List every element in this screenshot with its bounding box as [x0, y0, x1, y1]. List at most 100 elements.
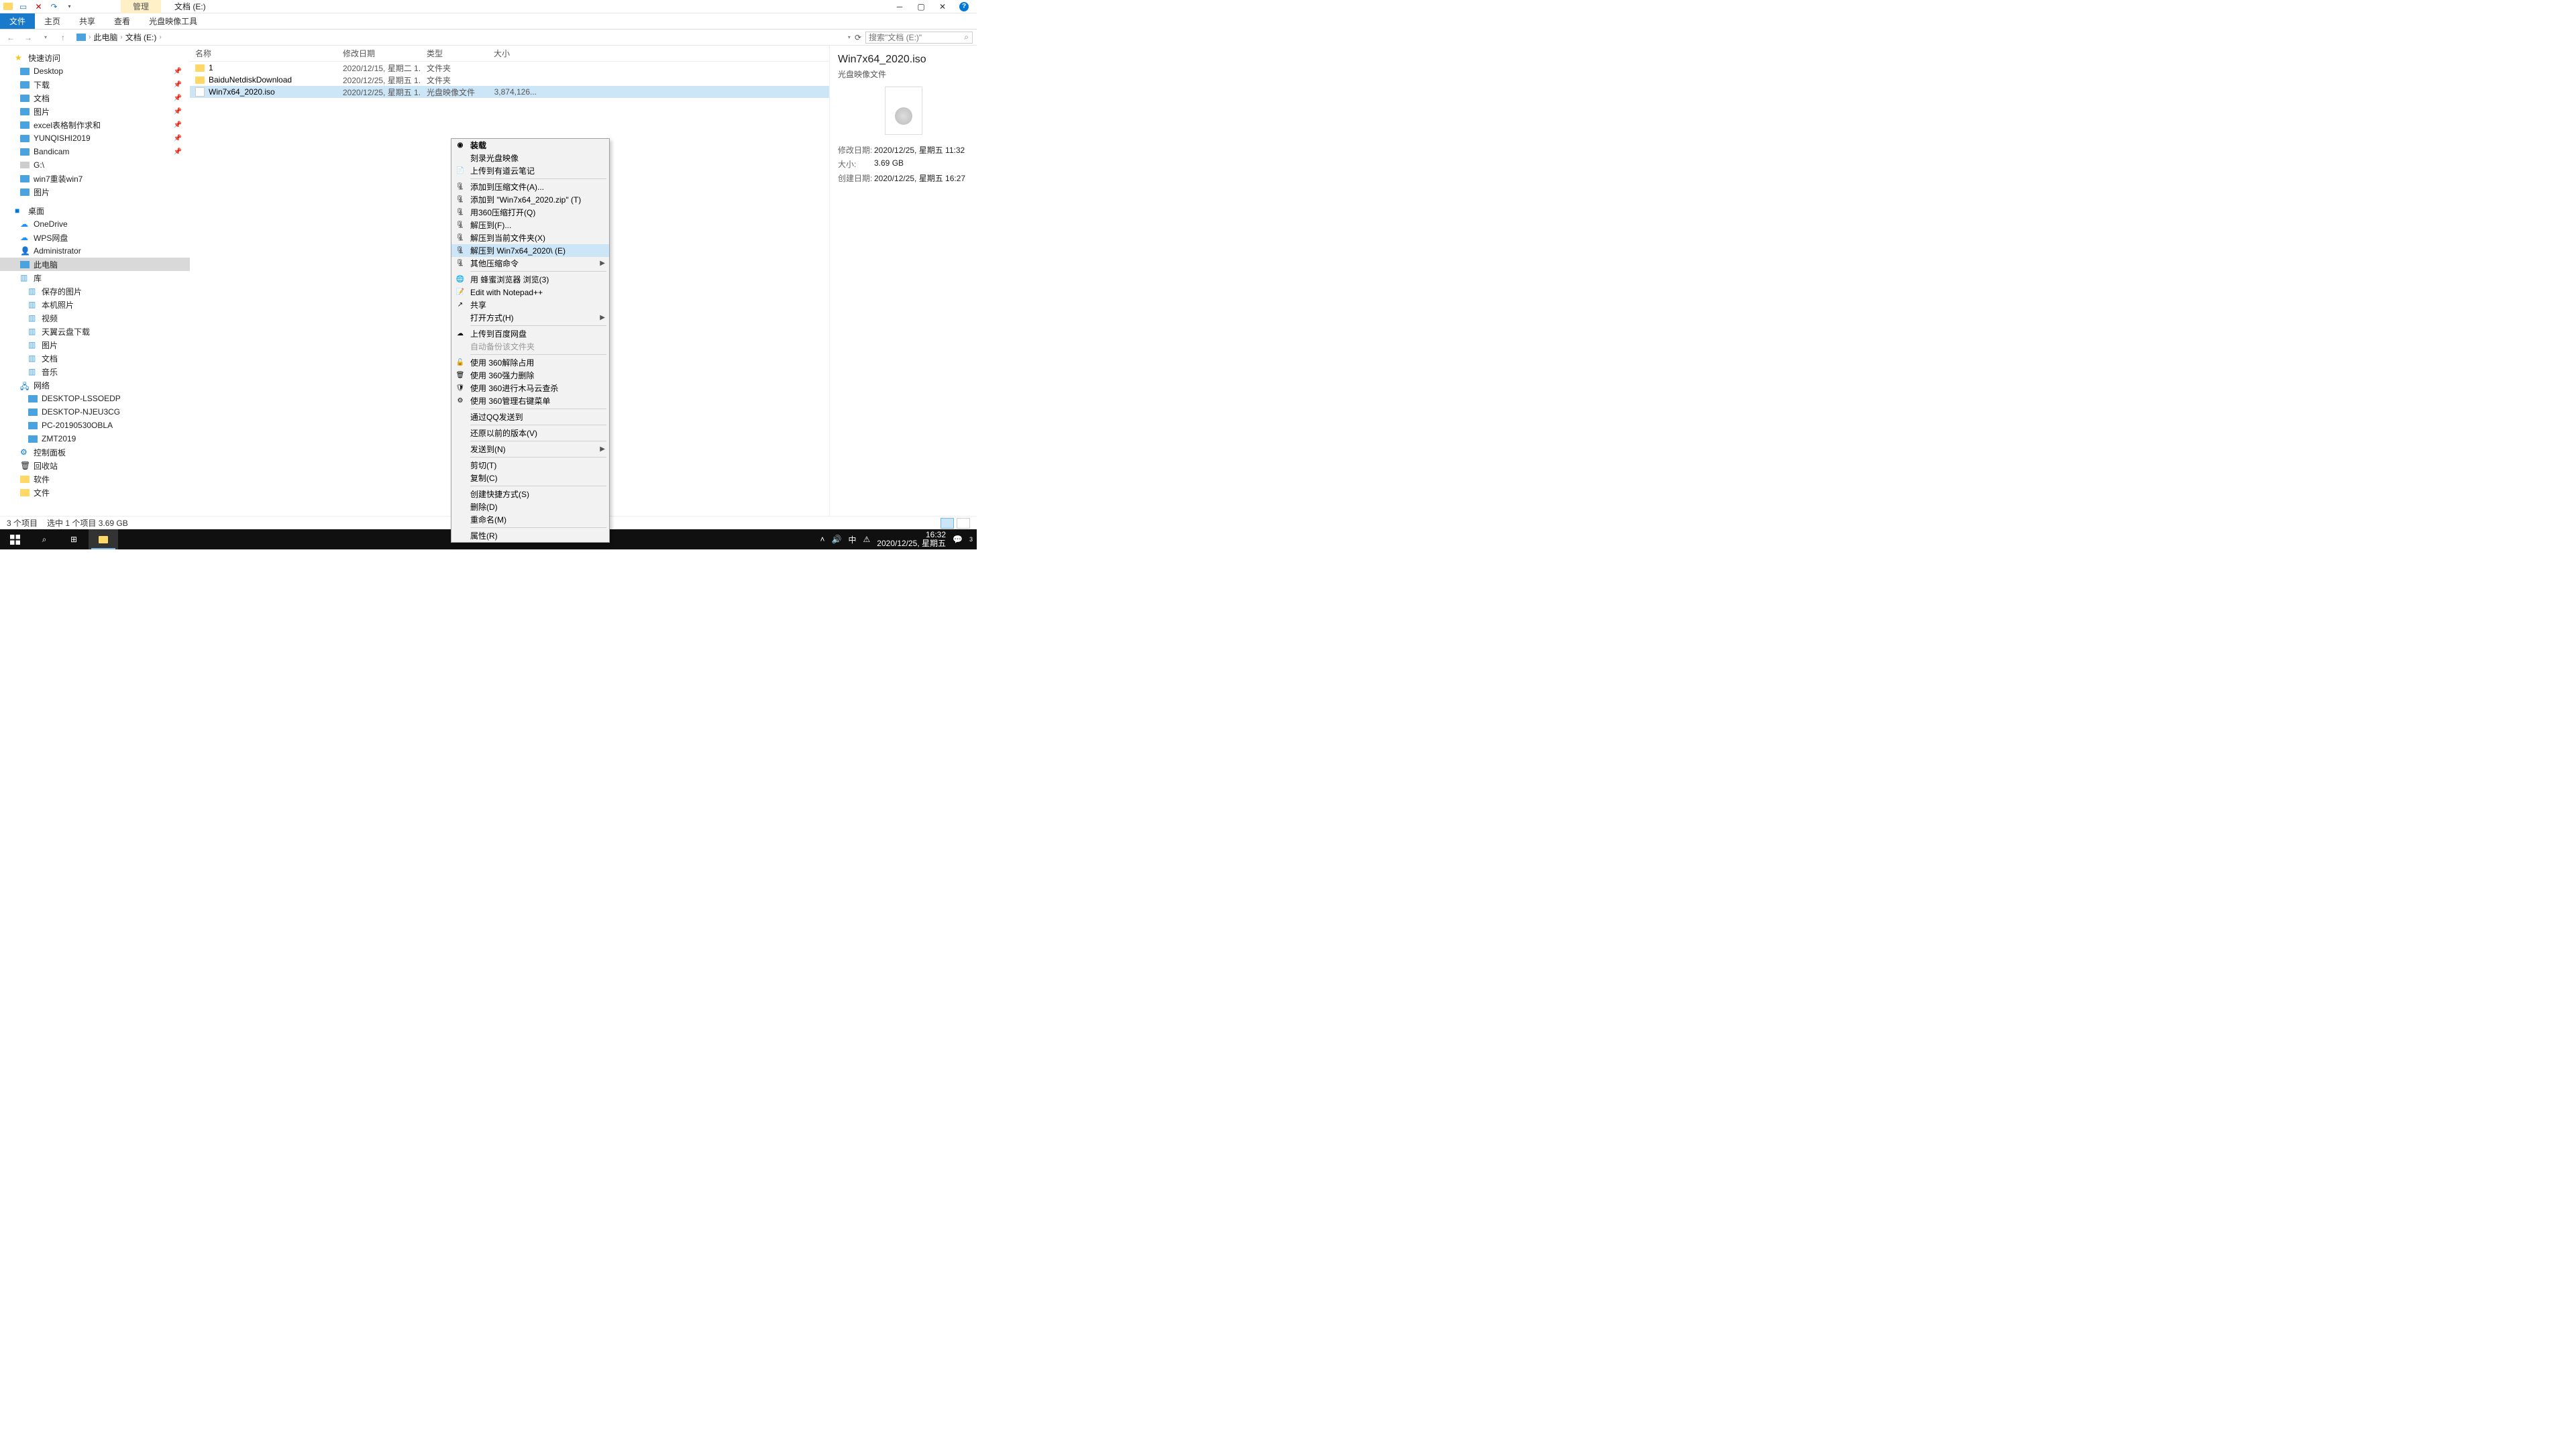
tree-network-item[interactable]: DESKTOP-LSSOEDP [0, 392, 190, 405]
context-menu-item[interactable]: 打开方式(H)▶ [451, 311, 609, 324]
tree-lib-item[interactable]: ▥音乐 [0, 365, 190, 378]
context-menu-item[interactable]: 🗑使用 360强力删除 [451, 369, 609, 382]
qat-undo-icon[interactable]: ↷ [49, 1, 59, 11]
context-menu-item[interactable]: ◉装载 [451, 139, 609, 152]
tree-recycle[interactable]: 🗑回收站 [0, 459, 190, 472]
tray-expand-icon[interactable]: ˄ [820, 535, 825, 544]
nav-back-button[interactable]: ← [4, 33, 17, 42]
volume-icon[interactable]: 🔊 [832, 535, 842, 544]
file-row[interactable]: Win7x64_2020.iso2020/12/25, 星期五 1...光盘映像… [190, 86, 829, 98]
col-size[interactable]: 大小 [488, 48, 542, 59]
context-menu-item[interactable]: 🗜添加到 "Win7x64_2020.zip" (T) [451, 193, 609, 206]
tree-desktop-item[interactable]: ☁OneDrive [0, 217, 190, 231]
ribbon-tab-file[interactable]: 文件 [0, 13, 35, 29]
qat-prop-icon[interactable]: ▭ [18, 1, 28, 11]
file-row[interactable]: 12020/12/15, 星期二 1...文件夹 [190, 62, 829, 74]
ribbon-tab-iso-tools[interactable]: 光盘映像工具 [140, 13, 207, 29]
context-menu-item[interactable]: 剪切(T) [451, 459, 609, 472]
context-menu-item[interactable]: 🗜解压到 Win7x64_2020\ (E) [451, 244, 609, 257]
context-menu-item[interactable]: 删除(D) [451, 500, 609, 513]
context-menu-item[interactable]: 🗜用360压缩打开(Q) [451, 206, 609, 219]
nav-recent-dropdown[interactable]: ▾ [39, 34, 52, 40]
context-menu-item[interactable]: 🌐用 蜂蜜浏览器 浏览(3) [451, 273, 609, 286]
tree-desktop-item[interactable]: ☁WPS网盘 [0, 231, 190, 244]
tree-lib-item[interactable]: ▥本机照片 [0, 298, 190, 311]
tree-qa-item[interactable]: Desktop📌 [0, 64, 190, 78]
address-dropdown-icon[interactable]: ▾ [848, 34, 851, 40]
view-details-button[interactable] [941, 518, 954, 529]
tree-lib-item[interactable]: ▥文档 [0, 352, 190, 365]
view-icons-button[interactable] [957, 518, 970, 529]
close-button[interactable]: ✕ [938, 2, 947, 11]
ribbon-tab-share[interactable]: 共享 [70, 13, 105, 29]
context-menu-item[interactable]: 📝Edit with Notepad++ [451, 286, 609, 299]
tree-qa-item[interactable]: 图片📌 [0, 105, 190, 118]
maximize-button[interactable]: ▢ [916, 2, 926, 11]
qat-dropdown-icon[interactable]: ▾ [64, 1, 74, 11]
context-menu-item[interactable]: 重命名(M) [451, 513, 609, 526]
tree-network-item[interactable]: DESKTOP-NJEU3CG [0, 405, 190, 419]
search-button[interactable]: ⌕ [30, 529, 59, 549]
context-menu-item[interactable]: 🗜解压到当前文件夹(X) [451, 231, 609, 244]
context-menu-item[interactable]: 通过QQ发送到 [451, 411, 609, 423]
tree-qa-item[interactable]: excel表格制作求和📌 [0, 118, 190, 131]
tree-desktop-item[interactable]: ▥库 [0, 271, 190, 284]
context-menu-item[interactable]: 刻录光盘映像 [451, 152, 609, 164]
breadcrumb-bar[interactable]: › 此电脑 › 文档 (E:) › [74, 32, 844, 43]
context-menu-item[interactable]: 🗜添加到压缩文件(A)... [451, 180, 609, 193]
context-menu-item[interactable]: 属性(R) [451, 529, 609, 542]
tree-desktop-item[interactable]: 此电脑 [0, 258, 190, 271]
tree-software[interactable]: 软件 [0, 472, 190, 486]
refresh-button[interactable]: ⟳ [855, 33, 861, 42]
help-button[interactable]: ? [959, 2, 969, 11]
context-menu-item[interactable]: ↗共享 [451, 299, 609, 311]
context-menu-item[interactable]: 创建快捷方式(S) [451, 488, 609, 500]
ribbon-tab-view[interactable]: 查看 [105, 13, 140, 29]
action-center-icon[interactable]: 💬 [953, 535, 963, 544]
breadcrumb-segment[interactable]: 此电脑 [93, 32, 117, 43]
context-menu-item[interactable]: 🗜解压到(F)... [451, 219, 609, 231]
tree-qa-item[interactable]: 图片 [0, 185, 190, 199]
tree-network[interactable]: 🖧网络 [0, 378, 190, 392]
tree-qa-item[interactable]: 文档📌 [0, 91, 190, 105]
search-input[interactable] [865, 32, 973, 44]
qat-save-icon[interactable]: ✕ [34, 1, 44, 11]
col-name[interactable]: 名称 [190, 48, 337, 59]
col-date[interactable]: 修改日期 [337, 48, 421, 59]
explorer-taskbar-button[interactable] [89, 529, 118, 549]
tree-lib-item[interactable]: ▥图片 [0, 338, 190, 352]
minimize-button[interactable]: ─ [895, 2, 904, 11]
context-menu-item[interactable]: 🗜其他压缩命令▶ [451, 257, 609, 270]
taskbar-clock[interactable]: 16:32 2020/12/25, 星期五 [877, 531, 946, 548]
tree-control-panel[interactable]: ⚙控制面板 [0, 445, 190, 459]
ime-indicator[interactable]: 中 [849, 534, 857, 545]
tree-desktop[interactable]: ■桌面 [0, 204, 190, 217]
tree-lib-item[interactable]: ▥保存的图片 [0, 284, 190, 298]
breadcrumb-segment[interactable]: 文档 (E:) [125, 32, 157, 43]
tree-network-item[interactable]: ZMT2019 [0, 432, 190, 445]
tree-quick-access[interactable]: ★快速访问 [0, 51, 190, 64]
nav-up-button[interactable]: ↑ [56, 33, 70, 42]
nav-forward-button[interactable]: → [21, 33, 35, 42]
file-row[interactable]: BaiduNetdiskDownload2020/12/25, 星期五 1...… [190, 74, 829, 86]
tree-qa-item[interactable]: YUNQISHI2019📌 [0, 131, 190, 145]
context-menu-item[interactable]: 发送到(N)▶ [451, 443, 609, 455]
context-menu-item[interactable]: ☁上传到百度网盘 [451, 327, 609, 340]
search-icon[interactable]: ⌕ [964, 32, 969, 42]
context-menu-item[interactable]: 复制(C) [451, 472, 609, 484]
tree-network-item[interactable]: PC-20190530OBLA [0, 419, 190, 432]
tree-files[interactable]: 文件 [0, 486, 190, 499]
context-menu-item[interactable]: 🛡使用 360进行木马云查杀 [451, 382, 609, 394]
context-menu-item[interactable]: 还原以前的版本(V) [451, 427, 609, 439]
start-button[interactable] [0, 529, 30, 549]
ribbon-tab-home[interactable]: 主页 [35, 13, 70, 29]
tree-qa-item[interactable]: G:\ [0, 158, 190, 172]
network-icon[interactable]: ⚠ [863, 535, 871, 544]
tree-qa-item[interactable]: 下载📌 [0, 78, 190, 91]
tree-lib-item[interactable]: ▥天翼云盘下载 [0, 325, 190, 338]
taskview-button[interactable]: ⊞ [59, 529, 89, 549]
tree-desktop-item[interactable]: 👤Administrator [0, 244, 190, 258]
col-type[interactable]: 类型 [421, 48, 488, 59]
tree-lib-item[interactable]: ▥视频 [0, 311, 190, 325]
context-menu-item[interactable]: 📄上传到有道云笔记 [451, 164, 609, 177]
